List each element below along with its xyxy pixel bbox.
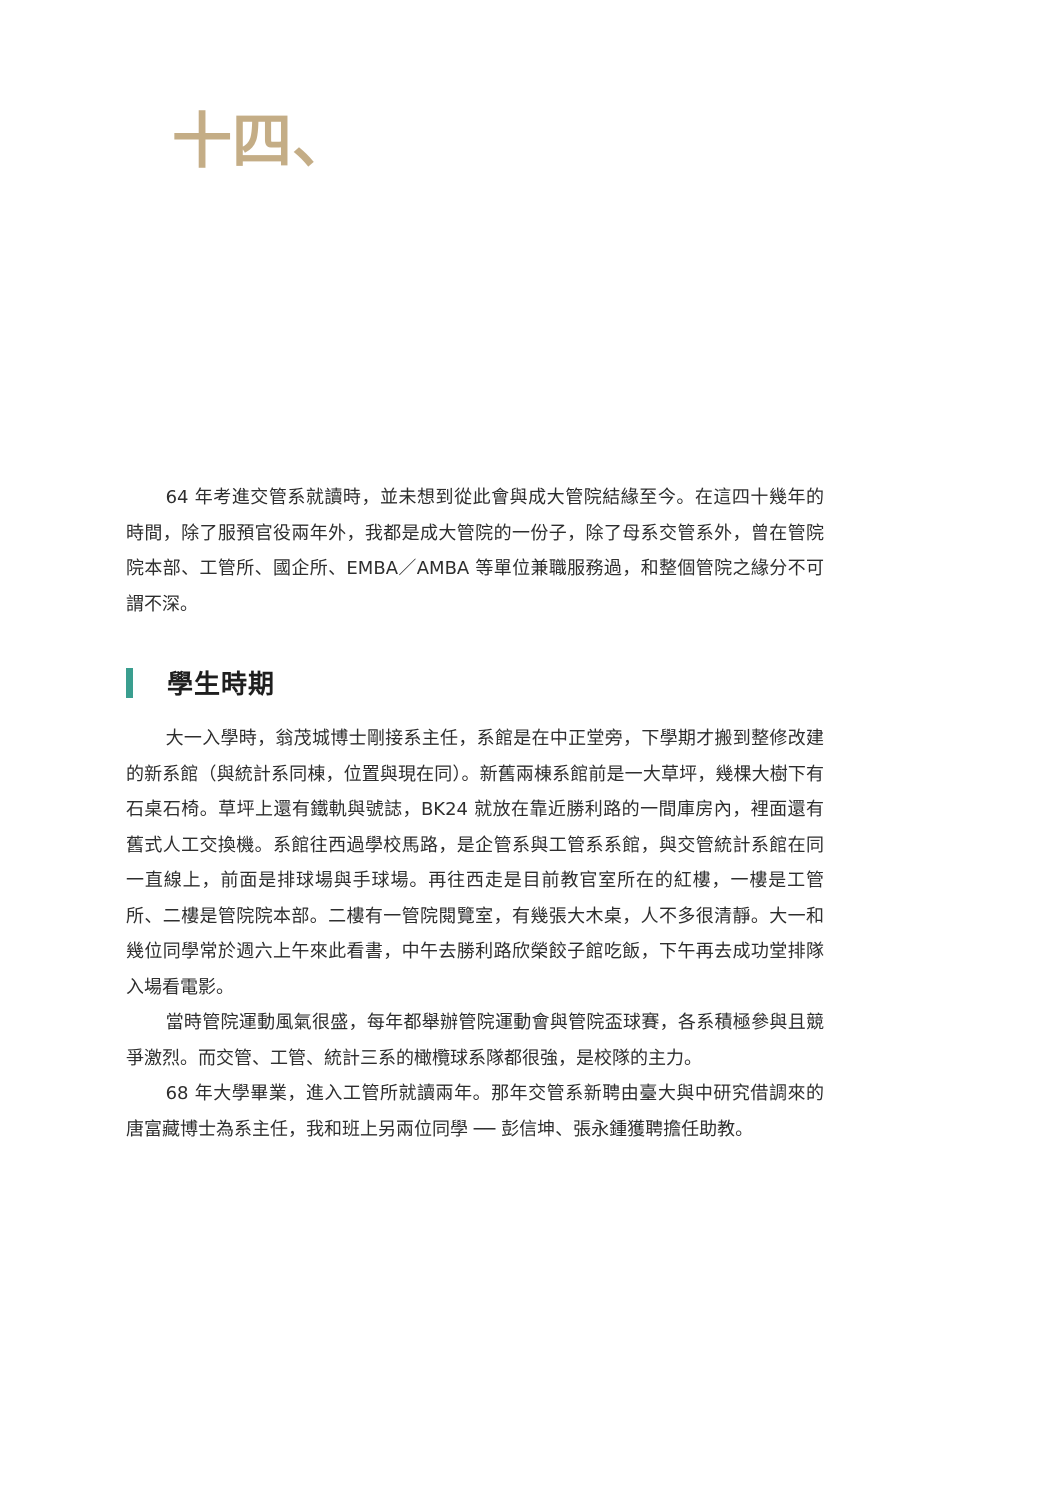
body-paragraph: 68 年大學畢業，進入工管所就讀兩年。那年交管系新聘由臺大與中研究借調來的唐富藏… (126, 1083, 824, 1140)
body-paragraph: 當時管院運動風氣很盛，每年都舉辦管院運動會與管院盃球賽，各系積極參與且競爭激烈。… (126, 1012, 824, 1069)
section-title: 學生時期 (167, 670, 276, 700)
body-paragraph: 大一入學時，翁茂城博士剛接系主任，系館是在中正堂旁，下學期才搬到整修改建的新系館… (126, 728, 824, 998)
heading-accent-bar (126, 667, 133, 698)
section-heading: 學生時期 (126, 664, 824, 701)
page-content: 64 年考進交管系就讀時，並未想到從此會與成大管院結緣至今。在這四十幾年的時間，… (126, 480, 824, 1147)
chapter-number: 十四、 (172, 107, 352, 177)
intro-paragraph: 64 年考進交管系就讀時，並未想到從此會與成大管院結緣至今。在這四十幾年的時間，… (126, 487, 824, 615)
